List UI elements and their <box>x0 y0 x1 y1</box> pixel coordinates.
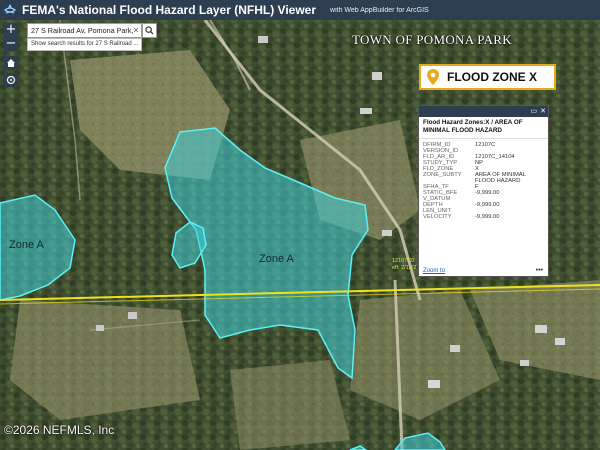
attr-value: AREA OF MINIMAL FLOOD HAZARD <box>475 172 526 184</box>
more-options-icon[interactable]: ••• <box>536 267 543 274</box>
zone-a-label-center: Zone A <box>259 253 294 265</box>
home-icon <box>7 59 15 67</box>
zoom-to-link[interactable]: Zoom to <box>423 268 445 274</box>
popup-minimize-icon[interactable]: ▭ <box>531 108 538 116</box>
zone-a-label-left: Zone A <box>9 239 44 251</box>
home-button[interactable] <box>4 56 18 70</box>
popup-row: VELOCITY -9,999.00 <box>423 214 545 220</box>
search-suggestion[interactable]: Show search results for 27 S Railroad ..… <box>27 38 142 51</box>
copyright-watermark: ©2026 NEFMLS, Inc <box>4 423 115 437</box>
attr-key: ZONE_SUBTY <box>423 172 462 178</box>
locate-button[interactable] <box>4 73 18 87</box>
search-input[interactable]: 27 S Railroad Av, Pomona Park, <box>27 23 142 38</box>
search-icon <box>145 26 154 35</box>
attr-value: -9,999.00 <box>475 214 500 220</box>
popup-title: Flood Hazard Zones:X / AREA OF MINIMAL F… <box>419 117 548 139</box>
popup-row: ZONE_SUBTY AREA OF MINIMAL FLOOD HAZARD <box>423 172 545 184</box>
app-header: FEMA's National Flood Hazard Layer (NFHL… <box>0 0 600 20</box>
town-label: TOWN OF POMONA PARK <box>352 32 512 47</box>
panel-tag-line2: eff. 2/12/2 <box>392 265 417 271</box>
search-button[interactable] <box>142 23 157 38</box>
zoom-in-button[interactable]: + <box>4 23 18 37</box>
attr-key: VELOCITY <box>423 214 452 220</box>
search-clear-button[interactable]: × <box>130 23 142 38</box>
app-subtitle: with Web AppBuilder for ArcGIS <box>330 6 429 14</box>
popup-titlebar: ▭ ✕ <box>419 106 548 117</box>
popup-close-icon[interactable]: ✕ <box>540 108 546 116</box>
popup-attribute-table: DFIRM_ID 12107C VERSION_ID FLD_AR_ID 12107… <box>423 142 545 220</box>
fema-logo-icon <box>0 0 20 20</box>
app-title: FEMA's National Flood Hazard Layer (NFHL… <box>22 3 317 17</box>
panel-tag-line1: 12107C0 <box>392 258 415 264</box>
map-pin-icon <box>421 69 445 85</box>
locate-icon <box>6 75 16 85</box>
feature-popup: ▭ ✕ Flood Hazard Zones:X / AREA OF MINIM… <box>418 105 549 277</box>
flood-zone-badge: FLOOD ZONE X <box>419 64 556 90</box>
flood-zone-label: FLOOD ZONE X <box>447 70 537 84</box>
zoom-out-button[interactable]: − <box>4 37 18 51</box>
